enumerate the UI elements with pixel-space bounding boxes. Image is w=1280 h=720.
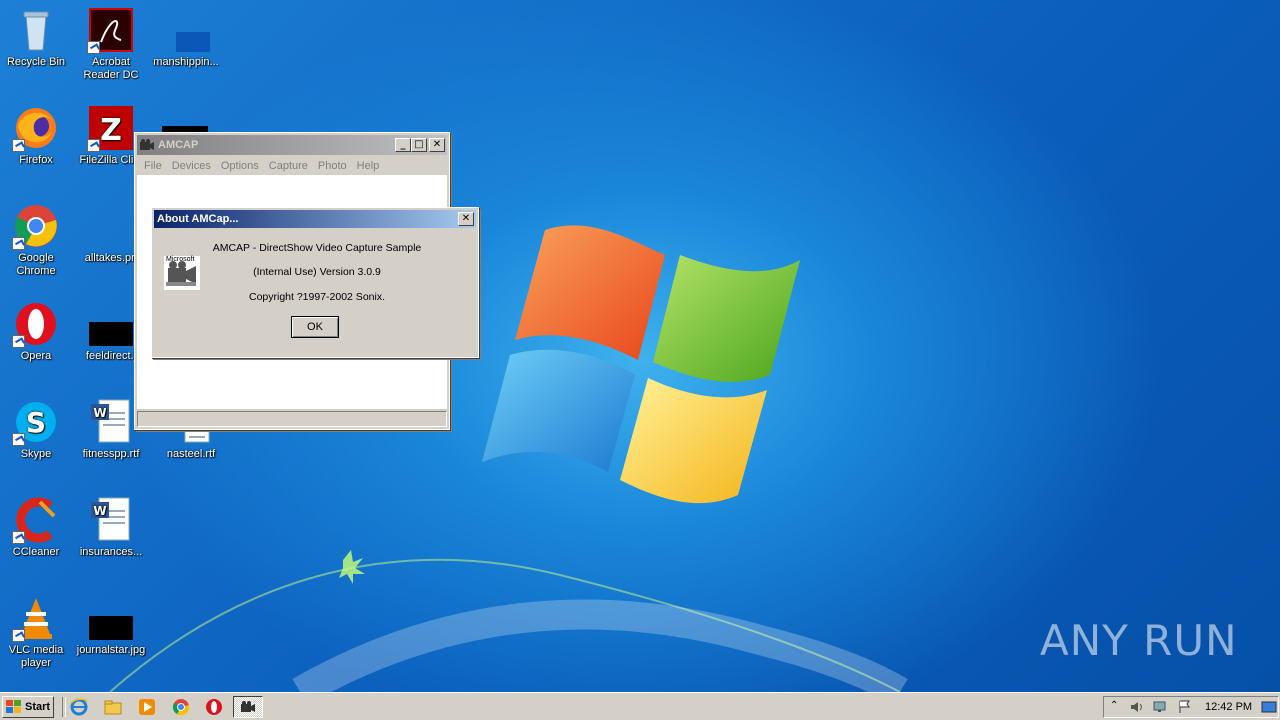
desktop-icon-label: Opera (20, 350, 52, 362)
show-hidden-icons-icon[interactable]: ⌃ (1110, 700, 1118, 711)
action-center-flag-icon[interactable] (1178, 700, 1192, 717)
desktop-icon-acrobat[interactable]: Acrobat Reader DC (73, 6, 149, 82)
image-file-icon (87, 300, 135, 348)
desktop-icon-insurances[interactable]: W insurances... (73, 496, 149, 559)
desktop-icon-label: Recycle Bin (6, 56, 66, 68)
shortcut-arrow-icon (12, 629, 25, 642)
ccleaner-icon (12, 496, 60, 544)
maximize-button[interactable]: □ (411, 138, 427, 152)
volume-icon[interactable] (1130, 700, 1146, 717)
minimize-button[interactable]: _ (395, 138, 411, 152)
shortcut-arrow-icon (12, 531, 25, 544)
desktop-icon-skype[interactable]: S Skype (0, 398, 74, 461)
svg-text:S: S (26, 406, 46, 439)
desktop-icon-recycle-bin[interactable]: Recycle Bin (0, 6, 74, 69)
shortcut-arrow-icon (87, 139, 100, 152)
watermark-text: ANY RUN (1040, 615, 1238, 665)
desktop-icon-opera[interactable]: Opera (0, 300, 74, 363)
desktop-icon-label: insurances... (79, 546, 143, 558)
taskbar-divider (62, 697, 66, 717)
filezilla-icon: Z (87, 104, 135, 152)
image-file-icon (87, 594, 135, 642)
taskbar-button-amcap[interactable] (233, 696, 263, 718)
ie-icon[interactable] (70, 698, 88, 716)
amcap-app-icon (139, 138, 155, 152)
desktop-icon-label: fitnesspp.rtf (82, 448, 140, 460)
acrobat-icon (87, 6, 135, 54)
about-line-copyright: Copyright ?1997-2002 Sonix. (248, 291, 385, 303)
desktop-icon-label: journalstar.jpg (76, 644, 146, 656)
svg-text:W: W (93, 504, 106, 518)
opera-icon (12, 300, 60, 348)
shortcut-arrow-icon (87, 41, 100, 54)
menu-photo[interactable]: Photo (313, 160, 352, 172)
desktop-icon-label: manshippin... (153, 56, 219, 68)
shortcut-arrow-icon (12, 433, 25, 446)
explorer-icon[interactable] (104, 698, 122, 716)
desktop-icon-chrome[interactable]: Google Chrome (0, 202, 74, 278)
desktop-icon-ccleaner[interactable]: CCleaner (0, 496, 74, 559)
file-icon (162, 6, 222, 54)
ok-button[interactable]: OK (291, 316, 339, 338)
show-desktop-icon[interactable] (1261, 700, 1277, 717)
about-line-version: (Internal Use) Version 3.0.9 (253, 266, 381, 278)
vlc-icon (12, 594, 60, 642)
windows-logo (482, 225, 800, 504)
word-doc-icon: W (87, 496, 135, 544)
clock[interactable]: 12:42 PM (1205, 701, 1252, 713)
about-close-button[interactable]: ✕ (458, 212, 474, 226)
start-button[interactable]: Start (2, 696, 54, 718)
svg-text:W: W (93, 406, 106, 420)
chrome-icon (12, 202, 60, 250)
shortcut-arrow-icon (12, 139, 25, 152)
desktop-icon-label: nasteel.rtf (166, 448, 216, 460)
amcap-statusbar (137, 411, 447, 427)
media-player-icon[interactable] (138, 698, 156, 716)
desktop-icon-label: Firefox (19, 154, 53, 166)
about-dialog[interactable]: About AMCap... ✕ Microsoft AMCAP - Direc… (151, 207, 479, 358)
shortcut-arrow-icon (12, 335, 25, 348)
menu-options[interactable]: Options (216, 160, 264, 172)
anyrun-watermark: ANY RUN (1040, 608, 1240, 672)
taskbar: Start ⌃ 12:42 PM (0, 692, 1280, 720)
desktop-icon-label: Google Chrome (16, 252, 56, 277)
desktop-icon-label: CCleaner (12, 546, 60, 558)
desktop-icon-vlc[interactable]: VLC media player (0, 594, 74, 670)
windows-flag-icon (6, 700, 22, 714)
about-titlebar[interactable]: About AMCap... ✕ (154, 210, 476, 228)
desktop-icon-manshippin[interactable]: manshippin... (148, 6, 224, 69)
amcap-taskbar-icon (240, 699, 256, 718)
chrome-taskbar-icon[interactable] (172, 698, 190, 716)
menu-file[interactable]: File (139, 160, 167, 172)
desktop-icon-firefox[interactable]: Firefox (0, 104, 74, 167)
firefox-icon (12, 104, 60, 152)
opera-taskbar-icon[interactable] (205, 698, 223, 716)
desktop-icon-label: VLC media player (8, 644, 64, 669)
skype-icon: S (12, 398, 60, 446)
recycle-bin-icon (12, 6, 60, 54)
image-file-icon (87, 202, 135, 250)
amcap-logo-text: Microsoft (166, 256, 195, 263)
amcap-titlebar[interactable]: AMCAP _ □ ✕ (137, 135, 447, 155)
amcap-menubar: File Devices Options Capture Photo Help (135, 157, 449, 175)
desktop-icon-label: Acrobat Reader DC (83, 56, 139, 81)
amcap-logo-icon: Microsoft (164, 256, 200, 290)
amcap-title: AMCAP (158, 139, 199, 151)
network-icon[interactable] (1152, 700, 1168, 717)
close-button[interactable]: ✕ (429, 138, 445, 152)
desktop-icon-journalstar[interactable]: journalstar.jpg (73, 594, 149, 657)
about-line-title: AMCAP - DirectShow Video Capture Sample (212, 242, 422, 254)
svg-text:Z: Z (100, 113, 122, 148)
menu-capture[interactable]: Capture (264, 160, 313, 172)
about-title: About AMCap... (157, 213, 239, 225)
start-label: Start (25, 701, 51, 713)
desktop-icon-label: Skype (20, 448, 52, 460)
shortcut-arrow-icon (12, 237, 25, 250)
system-tray: ⌃ 12:42 PM (1103, 696, 1279, 718)
menu-help[interactable]: Help (352, 160, 385, 172)
menu-devices[interactable]: Devices (167, 160, 216, 172)
word-doc-icon: W (87, 398, 135, 446)
